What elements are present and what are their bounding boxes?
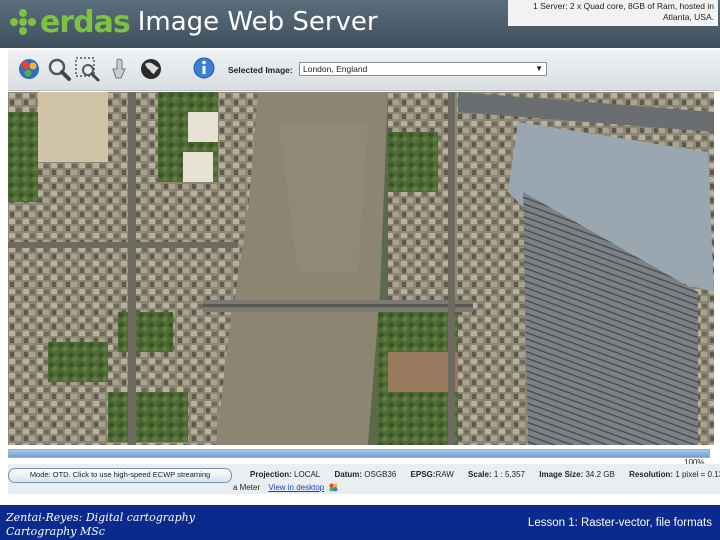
aerial-image bbox=[8, 92, 714, 445]
selected-image-dropdown[interactable]: London, England ▼ bbox=[299, 62, 547, 76]
map-view[interactable] bbox=[8, 92, 714, 445]
footer-author-line2: Cartography MSc bbox=[6, 525, 105, 538]
epsg-field: EPSG:RAW bbox=[410, 470, 454, 479]
image-size-field: Image Size: 34.2 GB bbox=[539, 470, 615, 479]
image-info: Projection: LOCAL Datum: OSGB36 EPSG:RAW… bbox=[250, 470, 720, 479]
load-progress-bar bbox=[8, 449, 710, 458]
google-earth-icon[interactable] bbox=[329, 483, 339, 492]
server-note: 1 Server: 2 x Quad core, 8GB of Ram, hos… bbox=[508, 0, 718, 26]
datum-field: Datum: OSGB36 bbox=[334, 470, 397, 479]
globe-icon[interactable] bbox=[138, 56, 164, 82]
streaming-mode-button[interactable]: Mode: OTD. Click to use high-speed ECWP … bbox=[8, 468, 232, 483]
projection-field: Projection: LOCAL bbox=[250, 470, 321, 479]
server-note-line1: 1 Server: 2 x Quad core, 8GB of Ram, hos… bbox=[533, 1, 714, 11]
selected-image-label: Selected Image: bbox=[228, 65, 293, 75]
product-name: Image Web Server bbox=[137, 7, 378, 37]
toolbar: Selected Image: London, England ▼ bbox=[8, 50, 720, 91]
chevron-down-icon[interactable]: ▼ bbox=[535, 63, 543, 75]
footer-author: Zentai-Reyes: Digital cartography Cartog… bbox=[6, 511, 195, 539]
zoom-box-icon[interactable] bbox=[74, 56, 100, 82]
scale-field: Scale: 1 : 5,357 bbox=[468, 470, 525, 479]
resolution-field: Resolution: 1 pixel = 0.13 of bbox=[629, 470, 720, 479]
brand-name: erdas bbox=[40, 4, 131, 40]
server-note-line2: Atlanta, USA. bbox=[662, 11, 714, 22]
selected-image-value: London, England bbox=[303, 64, 368, 74]
info-icon[interactable] bbox=[192, 56, 218, 82]
erdas-logo: erdas Image Web Server bbox=[10, 4, 378, 40]
load-progress-fill bbox=[9, 450, 709, 457]
meter-text: a Meter bbox=[233, 483, 261, 492]
pan-icon[interactable] bbox=[106, 56, 132, 82]
erdas-logo-mark-icon bbox=[10, 9, 36, 35]
slide-footer: Zentai-Reyes: Digital cartography Cartog… bbox=[0, 505, 720, 540]
meter-line: a Meter View in desktop bbox=[233, 483, 339, 492]
app-header: erdas Image Web Server 1 Server: 2 x Qua… bbox=[0, 0, 720, 48]
layers-globe-icon[interactable] bbox=[16, 56, 42, 82]
zoom-icon[interactable] bbox=[46, 56, 72, 82]
footer-author-line1: Zentai-Reyes: Digital cartography bbox=[6, 511, 195, 524]
view-in-desktop-link[interactable]: View in desktop bbox=[268, 483, 324, 492]
footer-lesson-title: Lesson 1: Raster-vector, file formats bbox=[527, 517, 712, 529]
status-bar: Mode: OTD. Click to use high-speed ECWP … bbox=[8, 464, 720, 494]
